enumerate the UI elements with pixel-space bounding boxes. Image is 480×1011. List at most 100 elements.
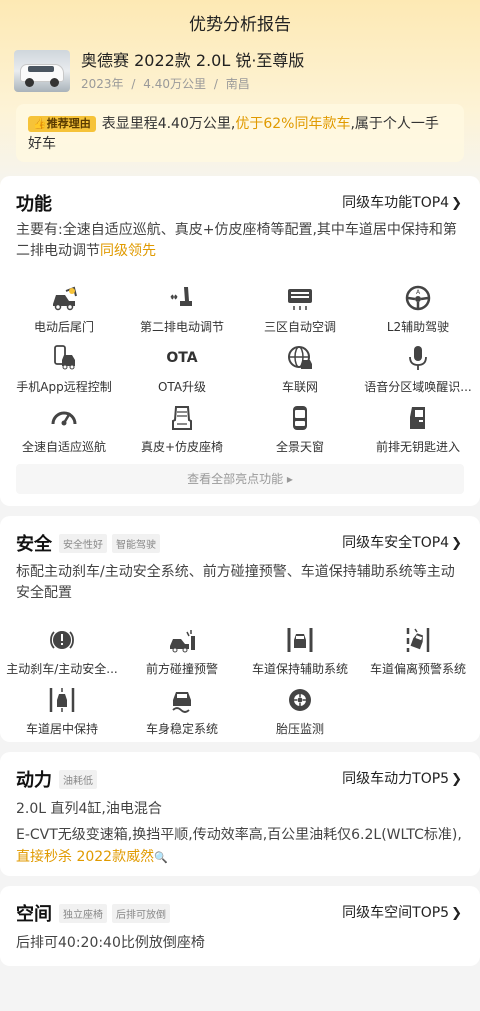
meta-separator: / xyxy=(213,77,218,91)
safety-item[interactable]: 主动刹车/主动安全... xyxy=(2,626,122,677)
keyless-door-icon xyxy=(410,407,425,429)
car-name: 奥德赛 2022款 2.0L 锐·至尊版 xyxy=(81,51,305,70)
power-tailgate-icon xyxy=(53,286,77,311)
reason-text: 表显里程4.40万公里, xyxy=(101,116,236,132)
safety-tag: 智能驾驶 xyxy=(112,533,160,553)
function-top-label: 同级车功能TOP4 xyxy=(342,195,450,211)
space-title: 空间 xyxy=(16,904,52,925)
safety-tag: 安全性好 xyxy=(59,533,107,553)
chevron-right-icon: ❯ xyxy=(451,906,462,921)
recommend-reason: 👍推荐理由 表显里程4.40万公里,优于62%同年款车,属于个人一手好车 xyxy=(16,104,464,162)
feature-item[interactable]: OTA OTA升级 xyxy=(122,344,242,395)
power-engine: 2.0L 直列4缸,油电混合 xyxy=(16,801,162,817)
feature-item[interactable]: 三区自动空调 xyxy=(240,284,360,335)
safety-label: 胎压监测 xyxy=(275,722,324,736)
car-summary[interactable]: 奥德赛 2022款 2.0L 锐·至尊版 2023年 / 4.40万公里 / 南… xyxy=(14,50,304,92)
speedometer-icon xyxy=(51,411,77,426)
safety-label: 车道偏离预警系统 xyxy=(369,662,466,676)
lane-center-icon xyxy=(49,688,75,712)
feature-label: 车联网 xyxy=(281,380,318,394)
feature-item[interactable]: 全景天窗 xyxy=(240,404,360,455)
power-detail: E-CVT无级变速箱,换挡平顺,传动效率高,百公里油耗仅6.2L(WLTC标准)… xyxy=(16,824,464,869)
safety-label: 主动刹车/主动安全... xyxy=(6,662,118,676)
thumbs-up-icon: 👍 xyxy=(33,117,47,130)
chevron-right-icon: ❯ xyxy=(451,772,462,787)
reason-badge-label: 推荐理由 xyxy=(46,117,91,130)
feature-item[interactable]: 前排无钥匙进入 xyxy=(358,404,478,455)
space-card: 空间 独立座椅 后排可放倒 同级车空间TOP5 ❯ 后排可40:20:40比例放倒… xyxy=(0,886,480,966)
space-tag: 独立座椅 xyxy=(59,903,107,923)
feature-item[interactable]: 语音分区域唤醒识... xyxy=(358,344,478,395)
power-detail-text: E-CVT无级变速箱,换挡平顺,传动效率高,百公里油耗仅6.2L(WLTC标准)… xyxy=(16,827,462,843)
power-top-link[interactable]: 同级车动力TOP5 ❯ xyxy=(342,768,462,788)
car-mileage: 4.40万公里 xyxy=(143,77,206,91)
space-top-link[interactable]: 同级车空间TOP5 ❯ xyxy=(342,902,462,922)
space-detail: 后排可40:20:40比例放倒座椅 xyxy=(16,935,205,951)
feature-item[interactable]: 第二排电动调节 xyxy=(122,284,242,335)
feature-label: 手机App远程控制 xyxy=(16,380,112,394)
safety-item[interactable]: 车身稳定系统 xyxy=(122,686,242,737)
safety-label: 车道居中保持 xyxy=(25,722,98,736)
reason-badge: 👍推荐理由 xyxy=(28,116,96,132)
safety-card: 安全 安全性好 智能驾驶 同级车安全TOP4 ❯ 标配主动刹车/主动安全系统、前方… xyxy=(0,516,480,742)
feature-label: 第二排电动调节 xyxy=(139,320,224,334)
feature-item[interactable]: 全速自适应巡航 xyxy=(4,404,124,455)
page-title: 优势分析报告 xyxy=(189,15,291,35)
feature-item[interactable]: 手机App远程控制 xyxy=(4,344,124,395)
seat-adjust-icon xyxy=(170,287,192,306)
feature-label: 语音分区域唤醒识... xyxy=(364,380,472,394)
safety-item[interactable]: 车道偏离预警系统 xyxy=(358,626,478,677)
stability-icon xyxy=(172,692,191,713)
feature-label: 前排无钥匙进入 xyxy=(375,440,460,454)
car-year: 2023年 xyxy=(81,77,124,91)
sunroof-icon xyxy=(293,406,307,430)
chevron-right-icon: ❯ xyxy=(451,536,462,551)
climate-icon xyxy=(288,289,312,310)
power-card: 动力 油耗低 同级车动力TOP5 ❯ 2.0L 直列4缸,油电混合 E-CVT无级… xyxy=(0,752,480,876)
power-title: 动力 xyxy=(16,770,52,791)
power-top-label: 同级车动力TOP5 xyxy=(342,771,450,787)
feature-label: 全景天窗 xyxy=(275,440,324,454)
svg-text:A: A xyxy=(416,289,421,296)
leather-seat-icon xyxy=(172,406,192,430)
feature-item[interactable]: 车联网 xyxy=(240,344,360,395)
feature-label: 全速自适应巡航 xyxy=(21,440,106,454)
collision-warning-icon xyxy=(170,630,195,653)
safety-item[interactable]: 车道保持辅助系统 xyxy=(240,626,360,677)
function-summary-highlight: 同级领先 xyxy=(100,243,156,259)
safety-item[interactable]: 胎压监测 xyxy=(240,686,360,737)
chevron-right-icon: ❯ xyxy=(451,196,462,211)
safety-top-link[interactable]: 同级车安全TOP4 ❯ xyxy=(342,532,462,552)
feature-label: 三区自动空调 xyxy=(263,320,336,334)
steering-wheel-icon: A xyxy=(405,285,431,311)
safety-summary: 标配主动刹车/主动安全系统、前方碰撞预警、车道保持辅助系统等主动安全配置 xyxy=(16,564,455,601)
safety-item[interactable]: 前方碰撞预警 xyxy=(122,626,242,677)
safety-label: 车道保持辅助系统 xyxy=(251,662,348,676)
safety-top-label: 同级车安全TOP4 xyxy=(342,535,450,551)
function-card: 功能 同级车功能TOP4 ❯ 主要有:全速自适应巡航、真皮+仿皮座椅等配置,其中车… xyxy=(0,176,480,506)
car-thumbnail xyxy=(14,50,70,92)
car-meta: 2023年 / 4.40万公里 / 南昌 xyxy=(81,75,304,92)
microphone-icon xyxy=(409,346,427,370)
brake-warning-icon xyxy=(50,631,74,649)
feature-label: 电动后尾门 xyxy=(33,320,94,334)
reason-highlight: 优于62%同年款车 xyxy=(235,116,351,132)
feature-label: L2辅助驾驶 xyxy=(386,320,450,334)
ota-icon: OTA xyxy=(166,350,198,366)
safety-title: 安全 xyxy=(16,534,52,555)
function-title: 功能 xyxy=(16,194,52,215)
view-all-features-button[interactable]: 查看全部亮点功能 ▸ xyxy=(16,464,464,494)
function-top-link[interactable]: 同级车功能TOP4 ❯ xyxy=(342,192,462,212)
safety-item[interactable]: 车道居中保持 xyxy=(2,686,122,737)
feature-item[interactable]: 电动后尾门 xyxy=(4,284,124,335)
car-city: 南昌 xyxy=(225,77,250,91)
search-icon: 🔍 xyxy=(154,851,168,864)
space-top-label: 同级车空间TOP5 xyxy=(342,905,450,921)
feature-item[interactable]: 真皮+仿皮座椅 xyxy=(122,404,242,455)
power-compare-link[interactable]: 直接秒杀 2022款威然 xyxy=(16,849,154,865)
globe-car-icon xyxy=(288,346,312,369)
feature-item[interactable]: A L2辅助驾驶 xyxy=(358,284,478,335)
meta-separator: / xyxy=(131,77,136,91)
space-tag: 后排可放倒 xyxy=(112,903,170,923)
lane-departure-icon xyxy=(406,628,430,652)
